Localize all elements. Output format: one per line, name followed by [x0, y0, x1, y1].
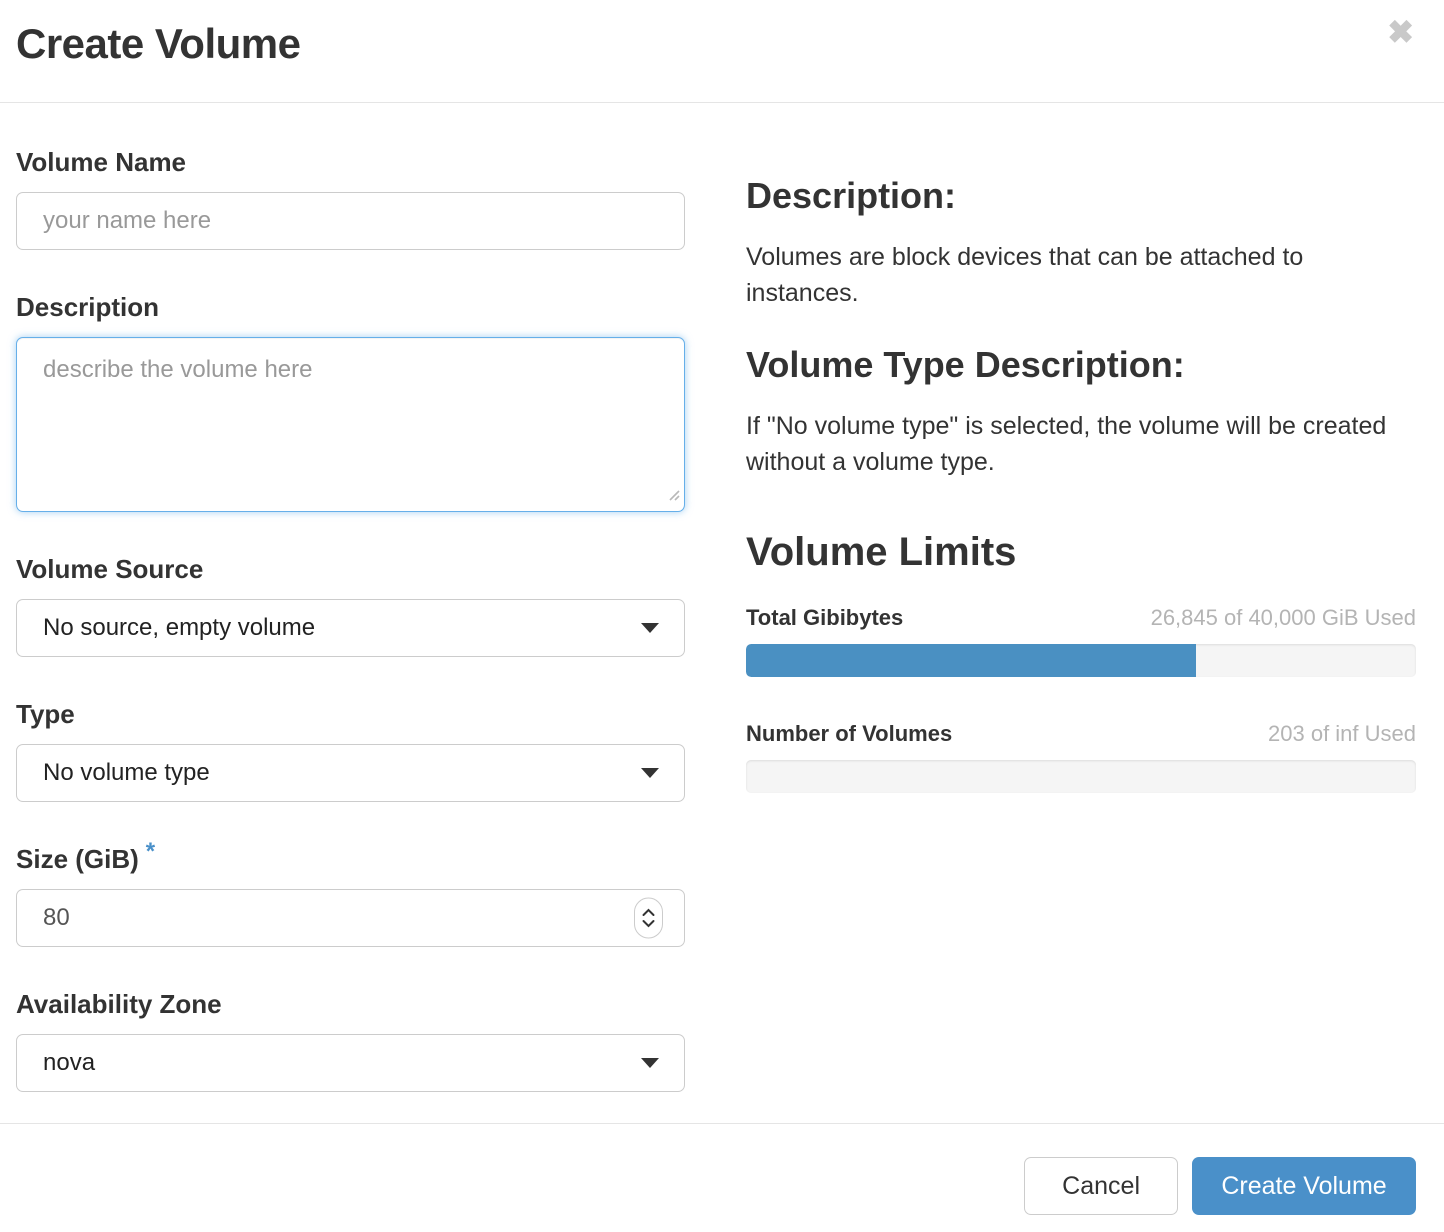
close-icon[interactable]: ✖ [1387, 16, 1414, 48]
volume-source-select[interactable]: No source, empty volume [16, 599, 685, 657]
size-group: Size (GiB)* [16, 844, 685, 947]
volume-name-input[interactable] [16, 192, 685, 250]
size-input[interactable] [16, 889, 685, 947]
size-label: Size (GiB)* [16, 844, 685, 875]
volume-source-label: Volume Source [16, 554, 685, 585]
size-input-wrap [16, 889, 685, 947]
modal-title: Create Volume [16, 20, 1428, 68]
create-volume-button[interactable]: Create Volume [1192, 1157, 1416, 1215]
help-panel: Description: Volumes are block devices t… [746, 147, 1416, 1123]
availability-zone-select[interactable]: nova [16, 1034, 685, 1092]
volume-form: Volume Name Description Volume Source [16, 147, 685, 1123]
chevron-down-icon [641, 623, 659, 633]
volumes-progress-bar [746, 760, 1416, 793]
description-group: Description [16, 292, 685, 512]
limit-usage: 203 of inf Used [1268, 721, 1416, 747]
volume-name-label: Volume Name [16, 147, 685, 178]
chevron-down-icon [642, 920, 655, 928]
create-volume-modal: Create Volume ✖ Volume Name Description [0, 0, 1444, 1232]
description-body: Volumes are block devices that can be at… [746, 239, 1416, 312]
availability-zone-group: Availability Zone nova [16, 989, 685, 1092]
progress-fill [746, 644, 1196, 677]
chevron-down-icon [641, 768, 659, 778]
description-heading: Description: [746, 175, 1416, 217]
limit-usage: 26,845 of 40,000 GiB Used [1151, 605, 1416, 631]
availability-zone-label: Availability Zone [16, 989, 685, 1020]
type-group: Type No volume type [16, 699, 685, 802]
description-textarea-wrap [16, 337, 685, 512]
volume-source-group: Volume Source No source, empty volume [16, 554, 685, 657]
limit-label: Number of Volumes [746, 721, 952, 747]
volume-type-body: If "No volume type" is selected, the vol… [746, 408, 1416, 481]
limit-label: Total Gibibytes [746, 605, 903, 631]
number-stepper[interactable] [634, 898, 663, 939]
gibibytes-progress-bar [746, 644, 1416, 677]
number-of-volumes-limit: Number of Volumes 203 of inf Used [746, 721, 1416, 793]
chevron-down-icon [641, 1058, 659, 1068]
description-label: Description [16, 292, 685, 323]
cancel-button[interactable]: Cancel [1024, 1157, 1178, 1215]
total-gibibytes-limit: Total Gibibytes 26,845 of 40,000 GiB Use… [746, 605, 1416, 677]
chevron-up-icon [642, 909, 655, 917]
volume-source-value: No source, empty volume [43, 614, 315, 642]
modal-header: Create Volume ✖ [0, 0, 1444, 103]
modal-footer: Cancel Create Volume [0, 1123, 1444, 1232]
required-asterisk: * [146, 838, 155, 865]
availability-zone-value: nova [43, 1049, 95, 1077]
modal-body: Volume Name Description Volume Source [0, 103, 1444, 1123]
volume-limits-heading: Volume Limits [746, 530, 1416, 575]
volume-name-group: Volume Name [16, 147, 685, 250]
type-label: Type [16, 699, 685, 730]
type-select[interactable]: No volume type [16, 744, 685, 802]
volume-type-heading: Volume Type Description: [746, 344, 1416, 386]
description-textarea[interactable] [16, 337, 685, 512]
type-value: No volume type [43, 759, 210, 787]
